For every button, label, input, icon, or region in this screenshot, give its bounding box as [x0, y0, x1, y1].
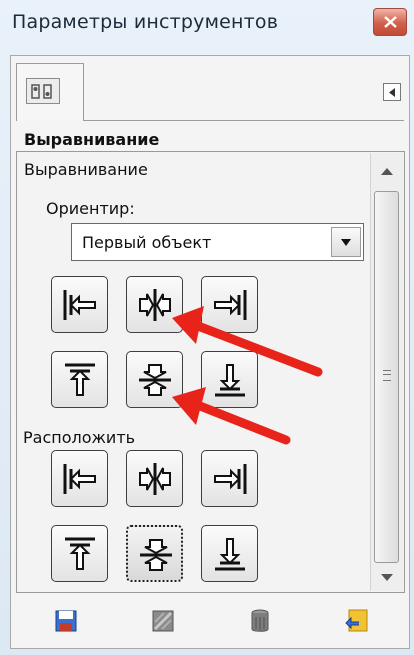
tool-options-icon — [26, 78, 60, 104]
align-top-icon — [65, 363, 95, 396]
distribute-bottom-icon — [215, 538, 245, 571]
window-title: Параметры инструментов — [12, 11, 279, 33]
distribute-right-button[interactable] — [201, 450, 258, 507]
tab-divider — [84, 120, 404, 121]
title-bar: Параметры инструментов — [0, 0, 414, 44]
distribute-hcenter-icon — [139, 463, 171, 495]
reference-select[interactable]: Первый объект — [71, 223, 364, 261]
distribute-left-icon — [63, 464, 96, 494]
distribute-left-button[interactable] — [51, 450, 108, 507]
save-icon[interactable] — [54, 608, 78, 634]
reference-select-value: Первый объект — [82, 233, 212, 252]
close-button[interactable] — [373, 8, 407, 36]
scroll-up-icon[interactable] — [380, 167, 394, 176]
panel-header-title: Выравнивание — [24, 130, 160, 149]
align-left-edge-button[interactable] — [51, 276, 108, 333]
scrollbar-thumb[interactable] — [374, 191, 399, 563]
chevron-down-icon — [341, 239, 351, 246]
distribute-label: Расположить — [23, 428, 136, 447]
distribute-vcenter-button[interactable] — [126, 525, 183, 582]
align-right-icon — [214, 290, 247, 320]
align-center-horizontal-button[interactable] — [126, 276, 183, 333]
scroll-down-icon[interactable] — [380, 573, 394, 582]
reference-label: Ориентир: — [46, 199, 135, 218]
dropdown-button[interactable] — [331, 227, 361, 257]
tab-menu-button[interactable] — [383, 83, 401, 101]
distribute-right-icon — [214, 464, 247, 494]
distribute-top-button[interactable] — [51, 525, 108, 582]
align-bottom-icon — [215, 364, 245, 397]
align-center-vertical-button[interactable] — [126, 351, 183, 408]
section-title: Выравнивание — [24, 160, 148, 179]
distribute-bottom-button[interactable] — [201, 525, 258, 582]
distribute-hcenter-button[interactable] — [126, 450, 183, 507]
align-right-edge-button[interactable] — [201, 276, 258, 333]
restore-icon[interactable] — [151, 608, 175, 634]
close-icon — [384, 16, 397, 28]
vertical-scrollbar[interactable] — [370, 153, 403, 591]
distribute-vcenter-icon — [140, 539, 172, 571]
align-left-icon — [63, 290, 96, 320]
triangle-left-icon — [389, 88, 395, 97]
grip-icon — [383, 370, 391, 381]
distribute-top-icon — [65, 537, 95, 570]
delete-icon[interactable] — [248, 608, 272, 634]
reset-icon[interactable] — [345, 608, 369, 634]
align-bottom-edge-button[interactable] — [201, 351, 258, 408]
align-hcenter-icon — [139, 289, 171, 321]
align-top-edge-button[interactable] — [51, 351, 108, 408]
align-vcenter-icon — [139, 364, 171, 396]
tab-tool-options[interactable] — [16, 63, 84, 121]
tool-options-window: Параметры инструментов Выравнивание Выра… — [0, 0, 414, 655]
